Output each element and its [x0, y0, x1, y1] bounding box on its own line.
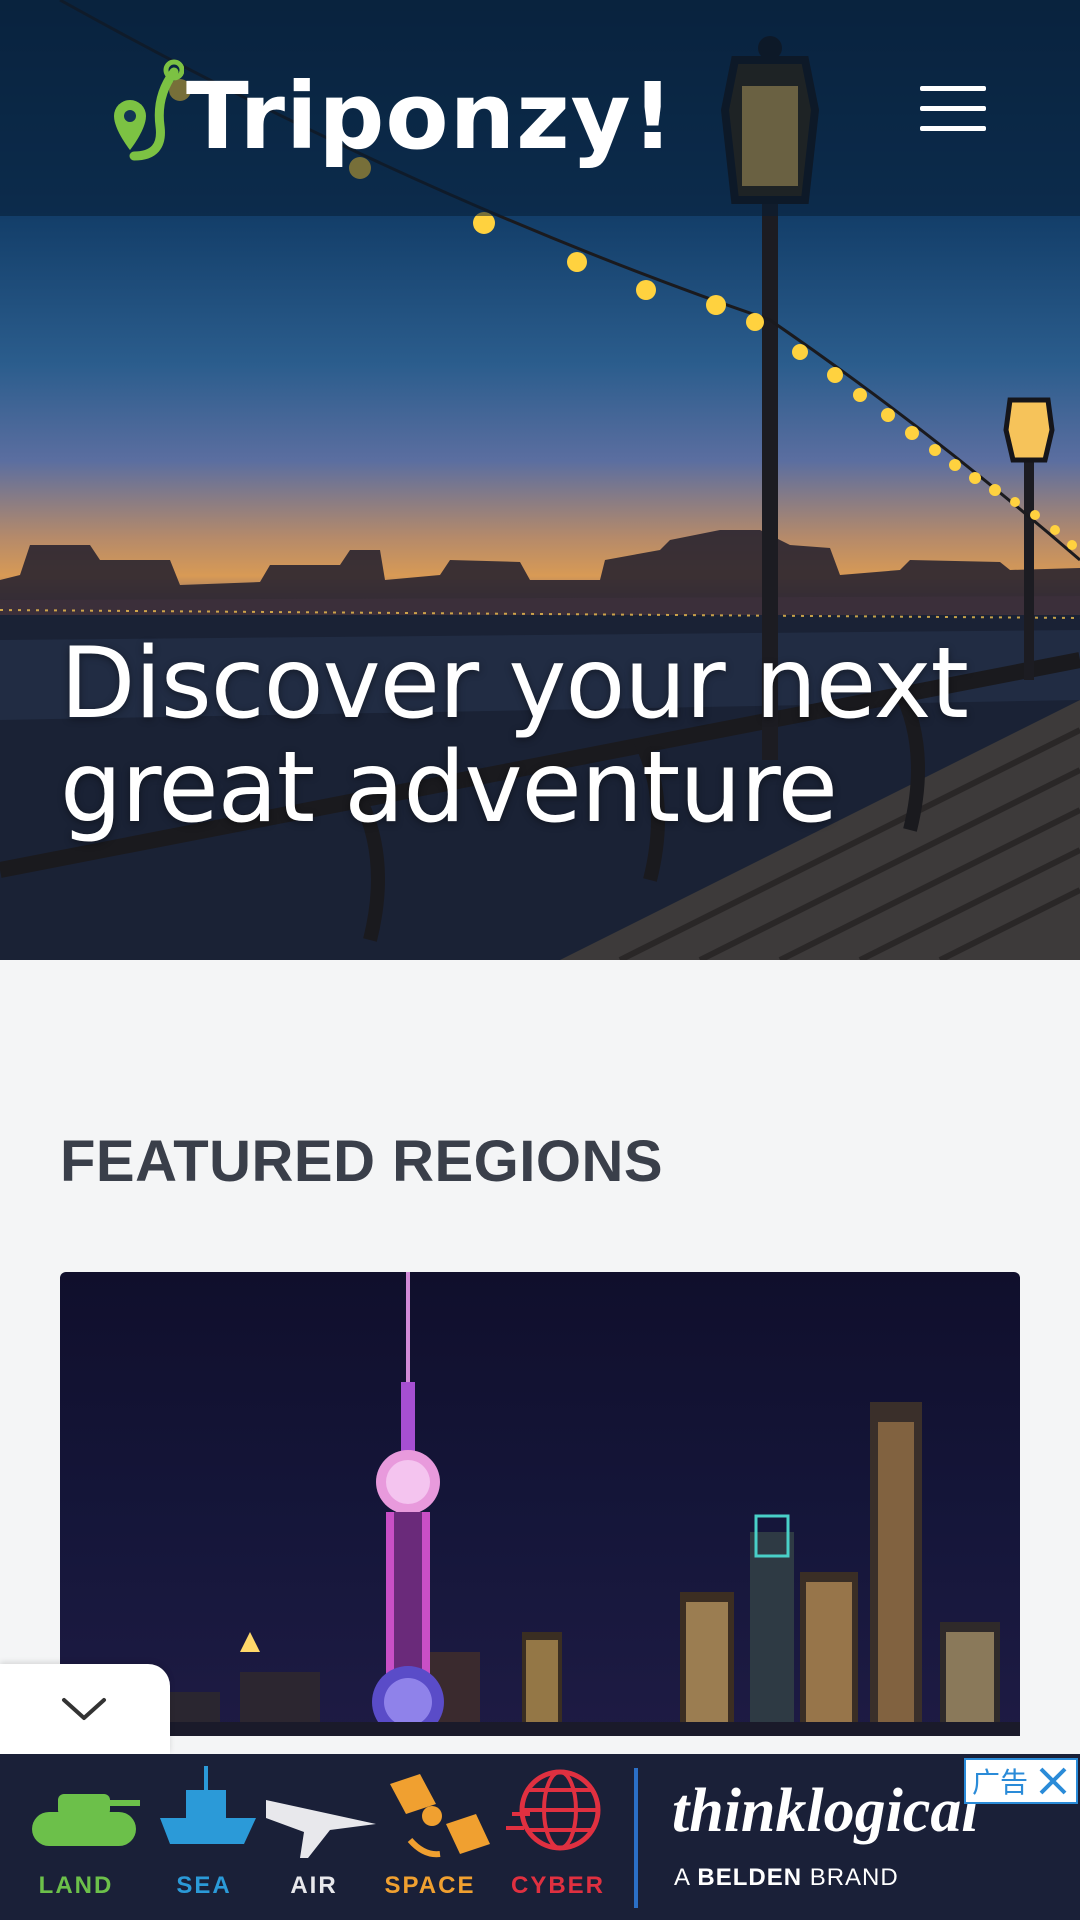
tank-icon	[32, 1794, 140, 1846]
ad-label-sea: SEA	[176, 1872, 232, 1899]
site-logo[interactable]: Triponzy!	[94, 56, 674, 176]
featured-region-card[interactable]	[60, 1272, 1020, 1736]
hamburger-menu-button[interactable]	[920, 86, 988, 132]
ad-label-land: LAND	[38, 1872, 114, 1899]
ad-tagline-bold: BELDEN	[697, 1864, 803, 1891]
ad-info-badge[interactable]: 广告	[964, 1758, 1078, 1804]
ad-collapse-button[interactable]	[0, 1664, 170, 1754]
ad-tagline-prefix: A	[674, 1864, 698, 1891]
hero-title: Discover your next great adventure	[60, 627, 969, 845]
ad-label-space: SPACE	[384, 1872, 476, 1899]
ad-brand-tagline: A BELDEN BRAND	[674, 1864, 899, 1892]
globe-network-icon	[506, 1769, 601, 1851]
section-title: FEATURED REGIONS	[60, 1129, 664, 1194]
chevron-down-icon	[62, 1698, 106, 1720]
close-icon[interactable]	[1036, 1764, 1070, 1798]
city-skyline-night-image	[60, 1272, 1020, 1736]
ad-label-air: AIR	[290, 1872, 338, 1899]
satellite-icon	[390, 1774, 490, 1858]
ad-tagline-suffix: BRAND	[802, 1864, 899, 1891]
ad-label-cyber: CYBER	[510, 1872, 605, 1899]
hero-banner: Triponzy! Discover your next great adven…	[0, 0, 1080, 960]
jet-icon	[266, 1800, 376, 1858]
ship-icon	[160, 1766, 256, 1844]
logo-text: Triponzy!	[186, 63, 675, 170]
ad-badge-text: 广告	[972, 1766, 1029, 1799]
map-pin-route-icon	[114, 59, 184, 161]
ad-banner[interactable]: LAND SEA AIR SPACE CYBER thinklogical A …	[0, 1754, 1080, 1920]
ad-brand-name: thinklogical	[672, 1777, 979, 1845]
top-navigation-bar: Triponzy!	[0, 0, 1080, 216]
